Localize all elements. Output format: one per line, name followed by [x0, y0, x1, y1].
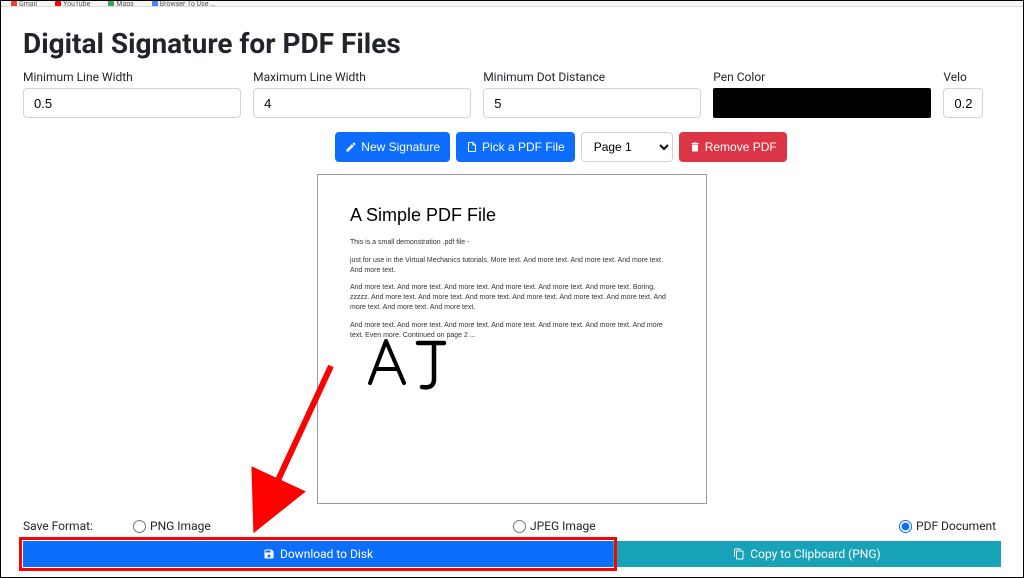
min-dot-distance-input[interactable]	[483, 88, 701, 118]
save-format-label: Save Format:	[23, 519, 93, 533]
pick-pdf-button[interactable]: Pick a PDF File	[456, 132, 575, 162]
pdf-paragraph: This is a small demonstration .pdf file …	[350, 238, 674, 248]
min-dot-distance-label: Minimum Dot Distance	[483, 70, 701, 84]
radio-png[interactable]: PNG Image	[133, 519, 211, 533]
pdf-preview[interactable]: A Simple PDF File This is a small demons…	[317, 174, 707, 504]
pen-color-swatch[interactable]	[713, 88, 931, 118]
min-line-width-label: Minimum Line Width	[23, 70, 241, 84]
save-icon	[263, 548, 275, 560]
pdf-title: A Simple PDF File	[350, 205, 674, 226]
pen-color-label: Pen Color	[713, 70, 931, 84]
pdf-paragraph: And more text. And more text. And more t…	[350, 283, 674, 312]
settings-row: Minimum Line Width Maximum Line Width Mi…	[23, 70, 1001, 118]
clipboard-icon	[733, 548, 745, 560]
remove-pdf-button[interactable]: Remove PDF	[679, 132, 787, 162]
radio-pdf-input[interactable]	[899, 520, 912, 533]
max-line-width-label: Maximum Line Width	[253, 70, 471, 84]
signature-drawing	[362, 335, 482, 395]
min-line-width-input[interactable]	[23, 88, 241, 118]
new-signature-button[interactable]: New Signature	[335, 132, 450, 162]
radio-png-input[interactable]	[133, 520, 146, 533]
velocity-label: Velo	[943, 70, 1001, 84]
page-title: Digital Signature for PDF Files	[23, 27, 1001, 60]
toolbar: New Signature Pick a PDF File Page 1 Rem…	[121, 132, 1001, 162]
page-select[interactable]: Page 1	[581, 132, 673, 162]
trash-icon	[689, 141, 701, 153]
file-icon	[466, 141, 478, 153]
save-format-row: Save Format: PNG Image JPEG Image PDF Do…	[23, 519, 1001, 533]
max-line-width-input[interactable]	[253, 88, 471, 118]
radio-jpeg[interactable]: JPEG Image	[513, 519, 596, 533]
radio-pdf[interactable]: PDF Document	[899, 519, 996, 533]
copy-clipboard-button[interactable]: Copy to Clipboard (PNG)	[613, 541, 1001, 567]
radio-jpeg-input[interactable]	[513, 520, 526, 533]
edit-icon	[345, 141, 357, 153]
pdf-paragraph: just for use in the Virtual Mechanics tu…	[350, 256, 674, 276]
velocity-input[interactable]	[943, 88, 983, 118]
action-bar: Download to Disk Copy to Clipboard (PNG)	[23, 541, 1001, 567]
download-button[interactable]: Download to Disk	[23, 541, 613, 567]
